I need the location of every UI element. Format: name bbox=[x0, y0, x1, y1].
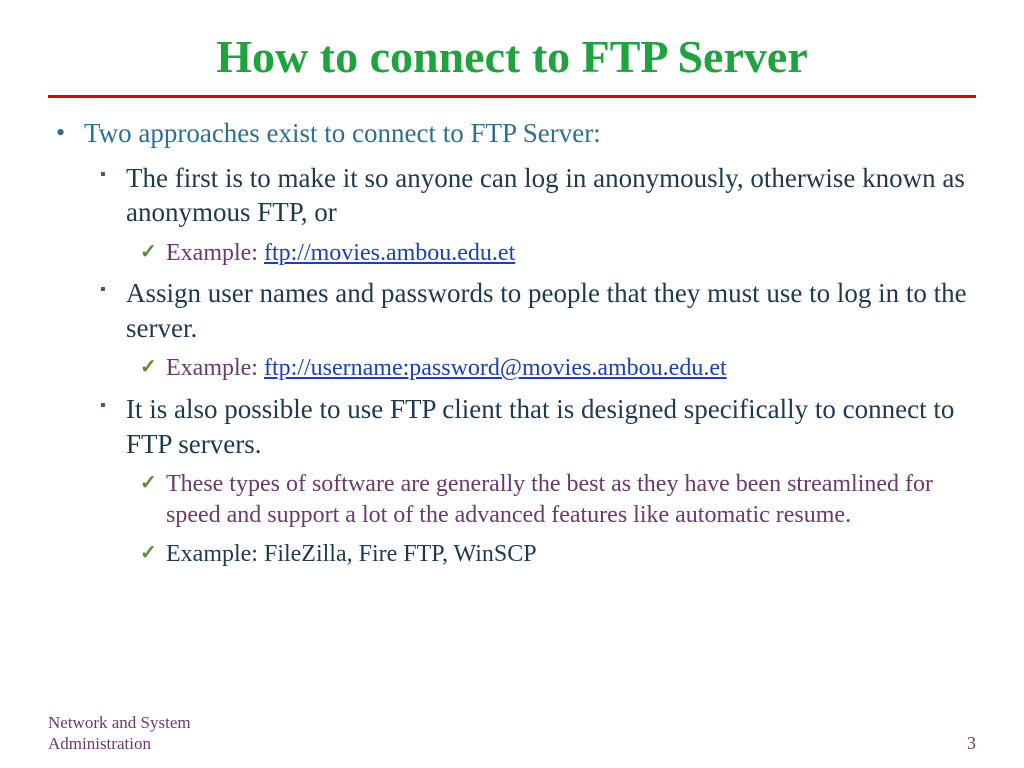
bullet-level1: Two approaches exist to connect to FTP S… bbox=[48, 116, 976, 151]
point3-text: It is also possible to use FTP client th… bbox=[126, 394, 954, 459]
footer-line2: Administration bbox=[48, 733, 191, 754]
intro-text: Two approaches exist to connect to FTP S… bbox=[84, 118, 601, 148]
example-label: Example: bbox=[166, 355, 264, 381]
example-software: Example: FileZilla, Fire FTP, WinSCP bbox=[166, 541, 537, 567]
point1-text: The first is to make it so anyone can lo… bbox=[126, 163, 965, 228]
point2-text: Assign user names and passwords to peopl… bbox=[126, 278, 967, 343]
slide-content: Two approaches exist to connect to FTP S… bbox=[48, 116, 976, 569]
bullet-level3: Example: FileZilla, Fire FTP, WinSCP bbox=[48, 539, 976, 570]
footer-left: Network and System Administration bbox=[48, 712, 191, 755]
example-label: Example: bbox=[166, 240, 264, 266]
bullet-level2: It is also possible to use FTP client th… bbox=[48, 392, 976, 461]
page-number: 3 bbox=[967, 733, 976, 754]
bullet-level2: The first is to make it so anyone can lo… bbox=[48, 161, 976, 230]
example-link[interactable]: ftp://username:password@movies.ambou.edu… bbox=[264, 355, 727, 381]
bullet-level2: Assign user names and passwords to peopl… bbox=[48, 276, 976, 345]
title-underline bbox=[48, 95, 976, 98]
example-link[interactable]: ftp://movies.ambou.edu.et bbox=[264, 240, 515, 266]
slide: How to connect to FTP Server Two approac… bbox=[0, 0, 1024, 768]
bullet-level3: These types of software are generally th… bbox=[48, 469, 976, 530]
bullet-level3: Example: ftp://username:password@movies.… bbox=[48, 353, 976, 384]
slide-title: How to connect to FTP Server bbox=[48, 30, 976, 83]
bullet-level3: Example: ftp://movies.ambou.edu.et bbox=[48, 238, 976, 269]
sub-note: These types of software are generally th… bbox=[166, 471, 933, 528]
slide-footer: Network and System Administration 3 bbox=[48, 712, 976, 755]
footer-line1: Network and System bbox=[48, 712, 191, 733]
